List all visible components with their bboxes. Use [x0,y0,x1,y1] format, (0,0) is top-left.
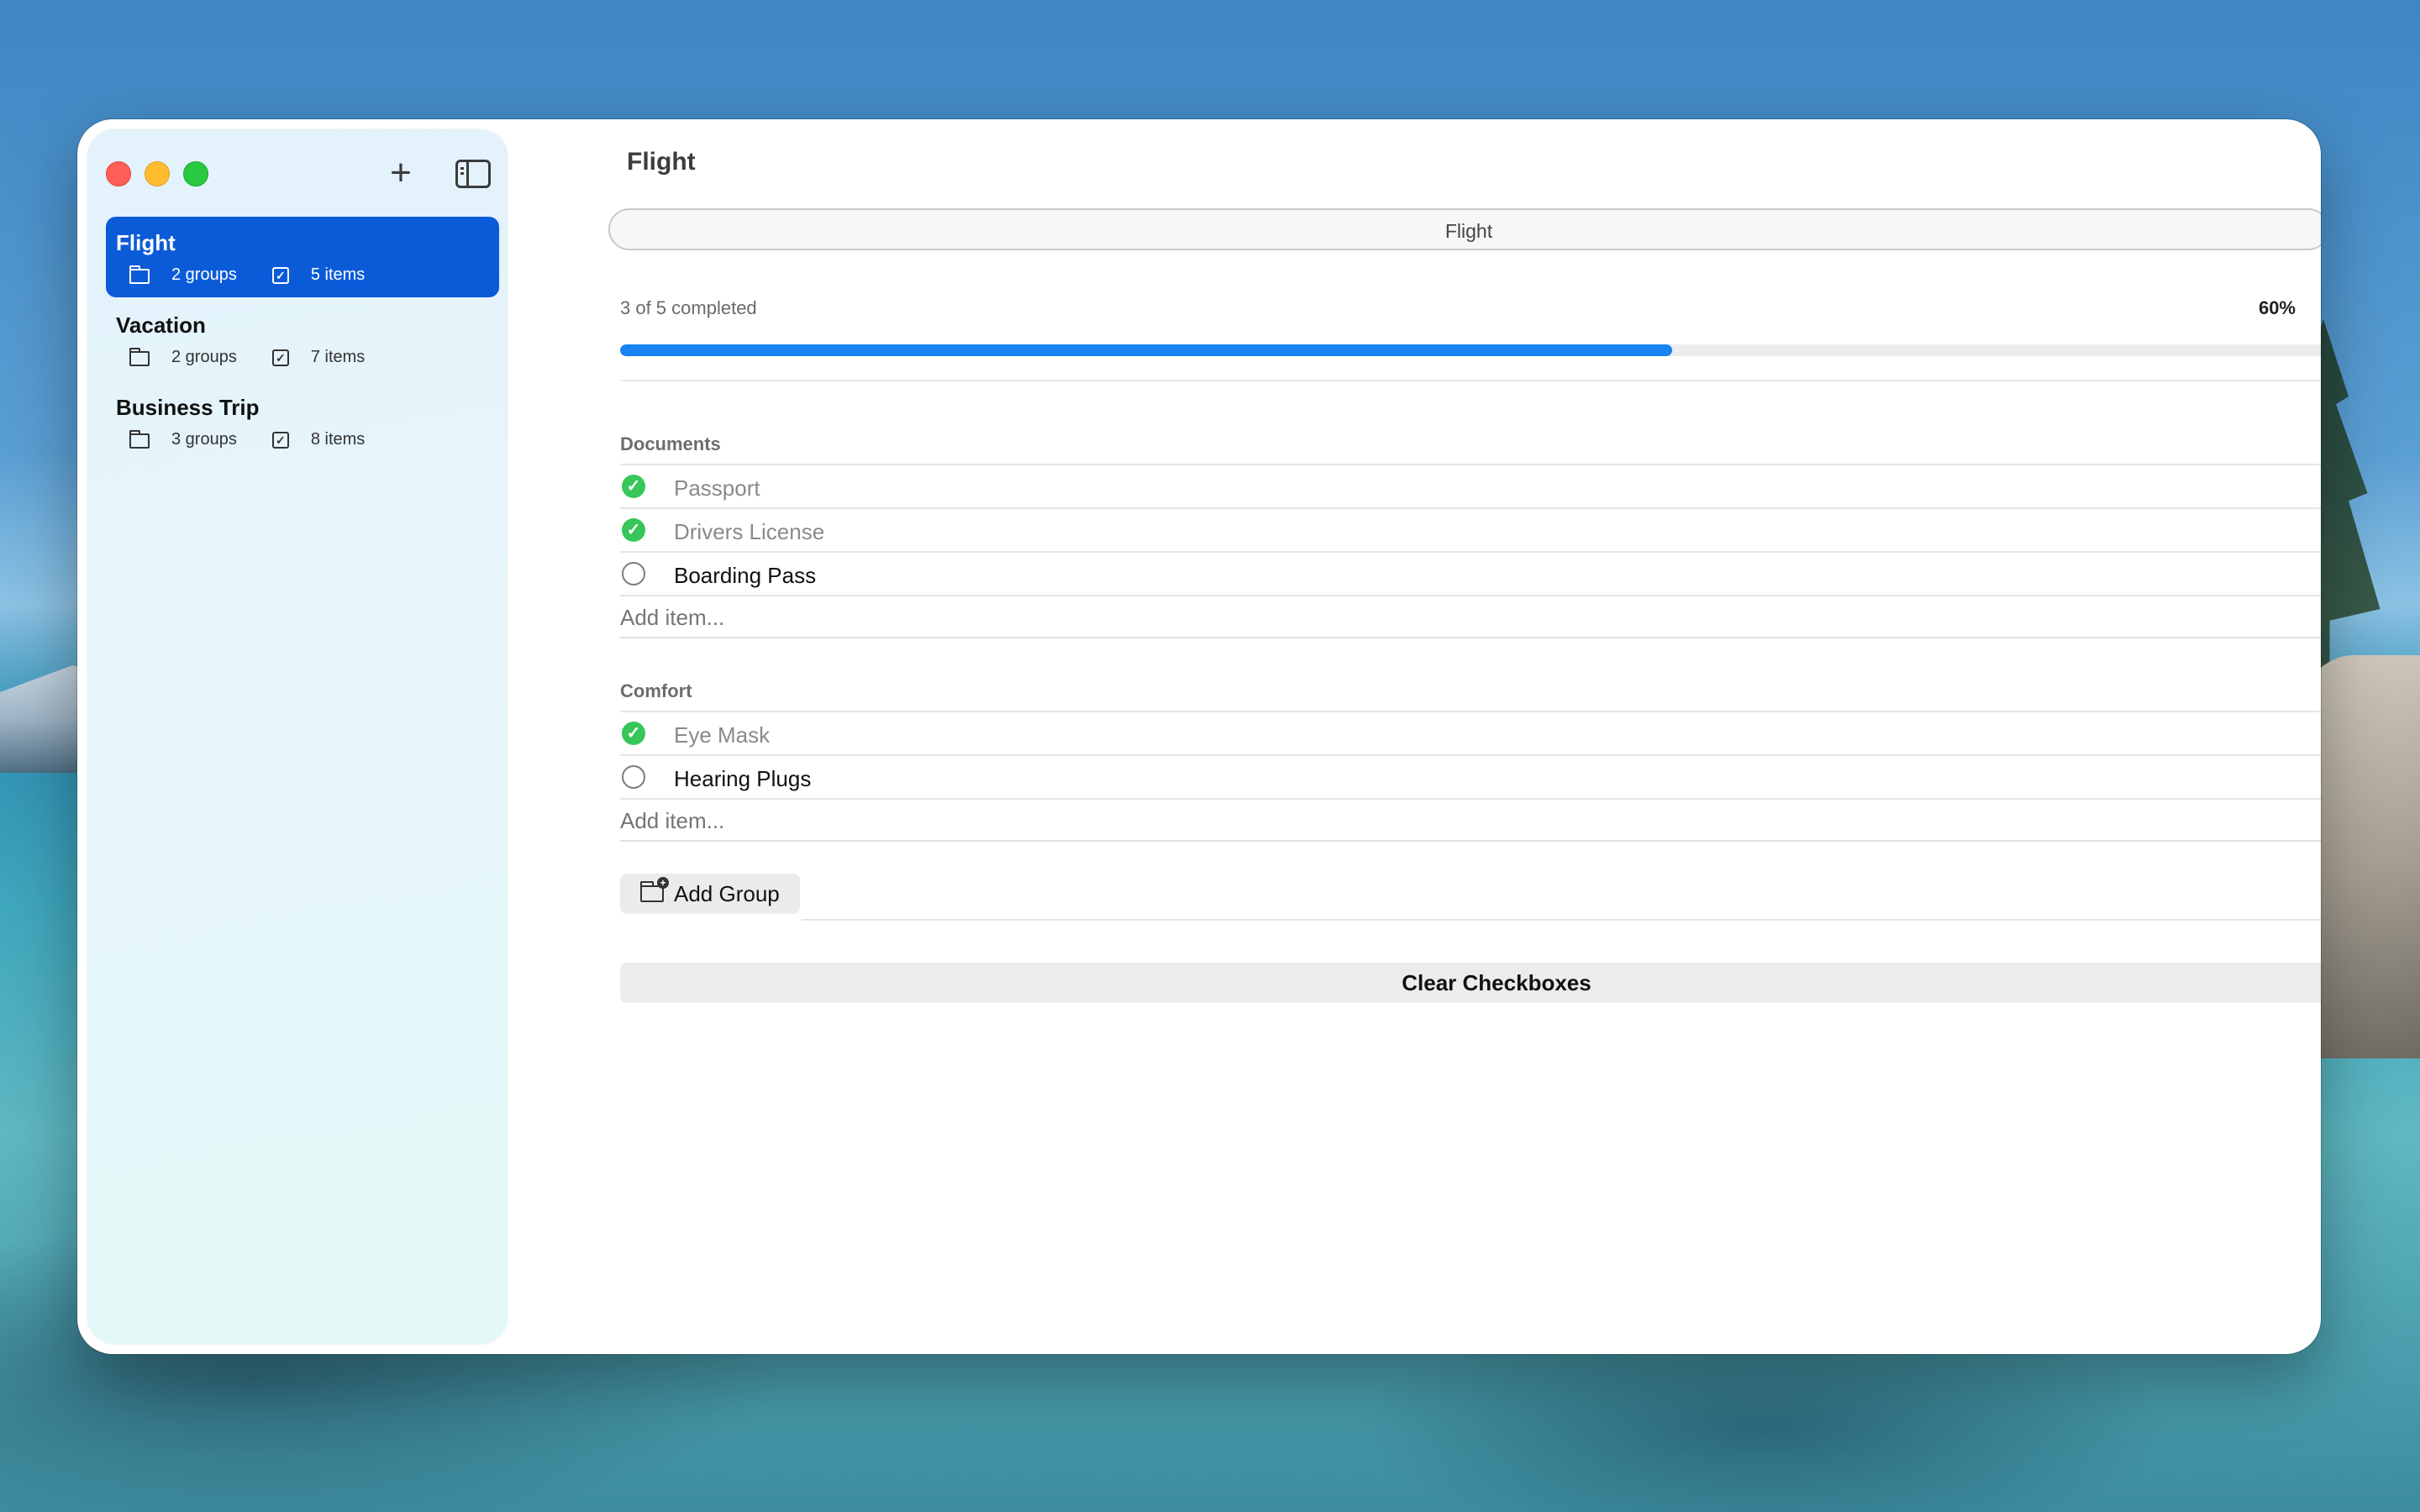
checkmark-circle-icon[interactable]: ✓ [622,722,645,745]
checkbox-icon: ✓ [271,349,289,366]
item-label[interactable]: Passport [674,475,760,501]
item-label[interactable]: Eye Mask [674,722,770,748]
sidebar-item-meta: 3 groups ✓ 8 items [129,429,366,449]
group-comfort: Comfort ✓ Eye Mask Hearing Plugs [620,669,2321,842]
progress-bar [620,344,2321,356]
sidebar: + Flight 2 groups ✓ 5 items Vacation 2 g… [87,129,508,1344]
add-item-input[interactable] [620,605,2321,631]
folder-icon [129,265,150,284]
add-group-label: Add Group [674,881,780,906]
list-item: ✓ Drivers License [620,507,2321,551]
add-item-row [620,798,2321,842]
sidebar-item-business-trip[interactable]: Business Trip 3 groups ✓ 8 items [106,381,499,462]
sidebar-item-title: Business Trip [116,395,260,420]
items-count: 8 items [310,430,366,449]
add-item-input[interactable] [620,808,2321,834]
checkmark-circle-icon[interactable]: ✓ [622,475,645,498]
groups-count: 3 groups [171,430,237,449]
divider [802,919,2321,921]
list-item: Boarding Pass [620,551,2321,595]
sidebar-item-vacation[interactable]: Vacation 2 groups ✓ 7 items [106,299,499,380]
groups-count: 2 groups [171,348,237,366]
item-label[interactable]: Boarding Pass [674,563,816,589]
sidebar-item-title: Vacation [116,312,206,338]
folder-icon [129,347,150,366]
progress-label: 3 of 5 completed [620,297,757,318]
plus-icon: + [390,152,412,193]
app-window: + Flight 2 groups ✓ 5 items Vacation 2 g… [77,119,2321,1354]
items-count: 5 items [310,265,366,284]
sidebar-item-meta: 2 groups ✓ 5 items [129,265,365,285]
sidebar-item-flight[interactable]: Flight 2 groups ✓ 5 items [106,217,499,297]
add-item-row [620,595,2321,638]
list-item: ✓ Passport [620,464,2321,507]
folder-icon [129,429,150,449]
item-label[interactable]: Hearing Plugs [674,766,811,792]
group-title: Documents [620,433,721,454]
folder-badge-plus-icon [640,877,669,902]
empty-circle-icon[interactable] [622,765,645,789]
close-window-button[interactable] [106,161,131,186]
list-item: Hearing Plugs [620,754,2321,798]
checklist-list: Flight 2 groups ✓ 5 items Vacation 2 gro… [106,217,499,464]
group-header: Documents [620,422,2321,464]
zoom-window-button[interactable] [183,161,208,186]
checkbox-icon: ✓ [271,266,289,284]
item-label[interactable]: Drivers License [674,519,824,545]
checkbox-icon: ✓ [271,431,289,449]
group-documents: Documents ✓ Passport ✓ Drivers License B… [620,422,2321,638]
sidebar-item-title: Flight [116,230,176,255]
progress-percent: 60% [2258,297,2296,318]
progress-bar-fill [620,344,1672,356]
groups-count: 2 groups [171,265,237,284]
sidebar-toggle-icon[interactable] [455,160,491,188]
items-count: 7 items [310,348,366,366]
clear-checkboxes-button[interactable]: Clear Checkboxes [620,963,2321,1003]
detail-pane: Flight Flight + 3 of 5 completed 60% Doc… [508,119,2321,1354]
divider [620,380,2321,381]
sidebar-item-meta: 2 groups ✓ 7 items [129,347,366,367]
page-title: Flight [627,148,696,176]
add-list-button[interactable]: + [383,155,418,192]
empty-circle-icon[interactable] [622,562,645,585]
add-group-button[interactable]: Add Group [620,874,800,914]
group-header: Comfort [620,669,2321,711]
checkmark-circle-icon[interactable]: ✓ [622,518,645,542]
minimize-window-button[interactable] [145,161,170,186]
group-title: Comfort [620,680,692,701]
list-name-field[interactable]: Flight [608,208,2321,250]
list-item: ✓ Eye Mask [620,711,2321,754]
